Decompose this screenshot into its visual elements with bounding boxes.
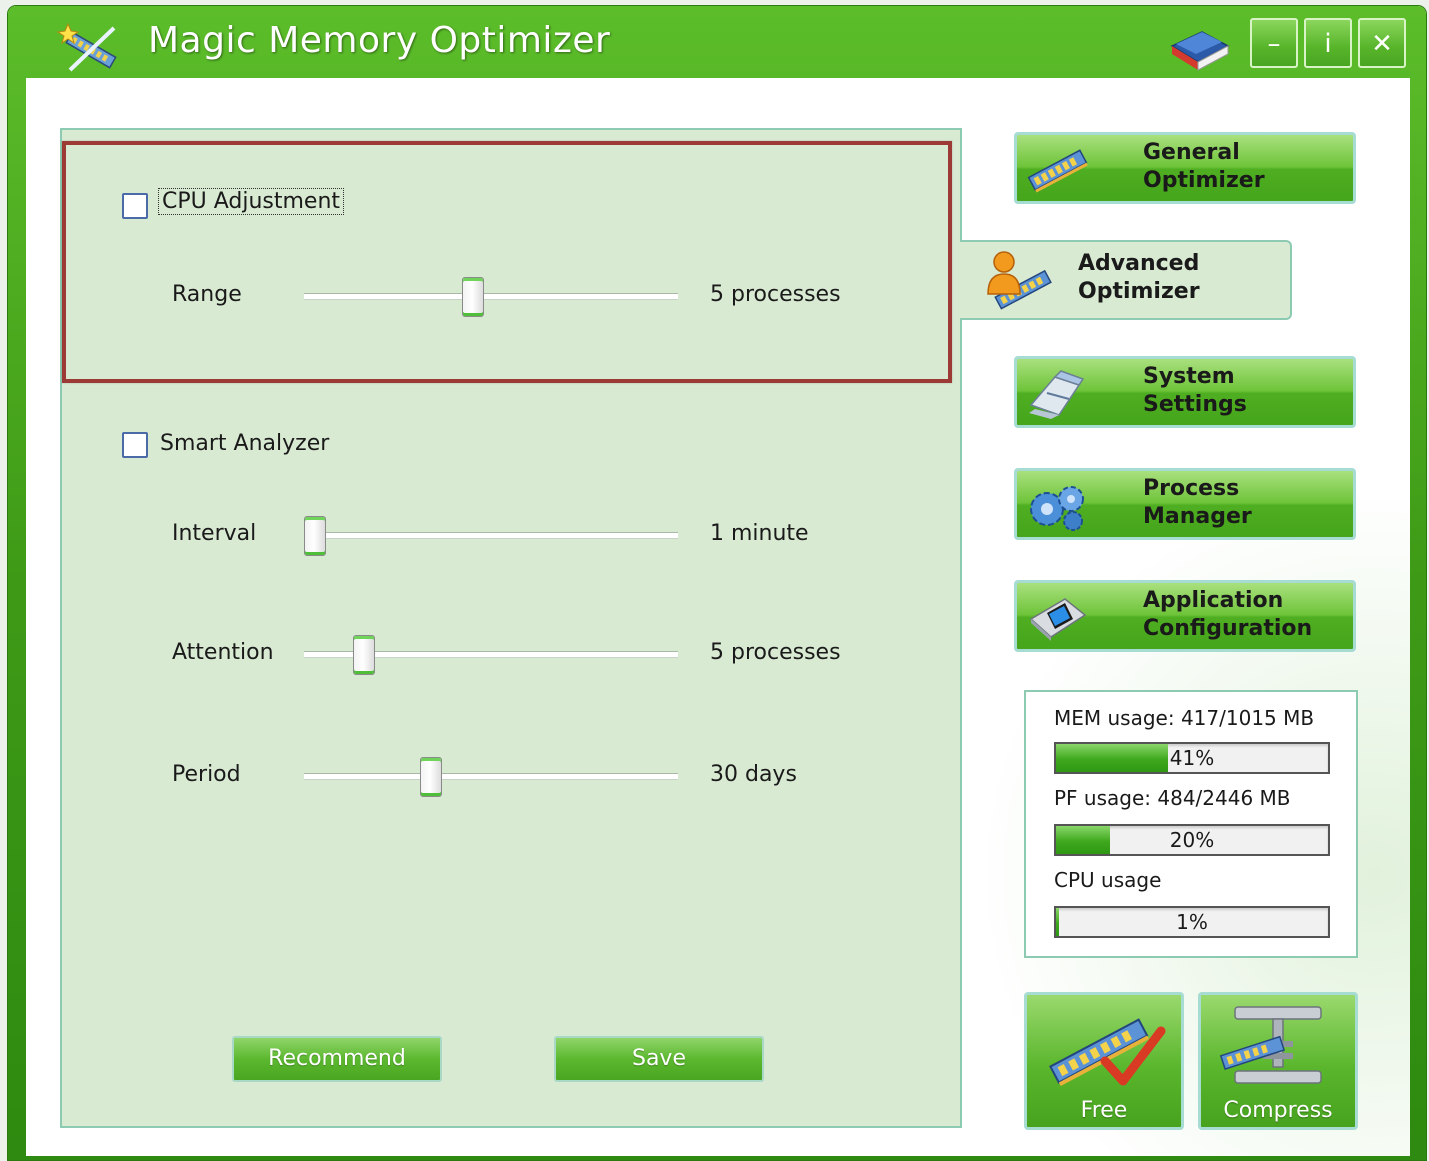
smart-analyzer-checkbox[interactable] <box>122 432 148 458</box>
cpu-adjustment-highlight <box>62 141 952 383</box>
interval-label: Interval <box>172 521 257 546</box>
nav-system-label: System Settings <box>1143 363 1247 419</box>
nav-application-label: Application Configuration <box>1143 587 1312 643</box>
recommend-button[interactable]: Recommend <box>232 1036 442 1082</box>
nav-advanced-line1: Advanced <box>1078 251 1200 276</box>
attention-value: 5 processes <box>710 640 841 665</box>
pf-usage-bar: 20% <box>1054 824 1330 856</box>
usage-stats-panel: MEM usage: 417/1015 MB 41% PF usage: 484… <box>1024 690 1358 958</box>
range-slider-thumb[interactable] <box>462 277 485 317</box>
nav-process-label: Process Manager <box>1143 475 1252 531</box>
attention-label: Attention <box>172 640 274 665</box>
ram-checkmark-icon <box>1049 1018 1166 1087</box>
smart-analyzer-label[interactable]: Smart Analyzer <box>160 431 329 456</box>
cpu-usage-bar: 1% <box>1054 906 1330 938</box>
range-value: 5 processes <box>710 282 841 307</box>
ram-clamp-icon <box>1219 1006 1322 1084</box>
nav-application-configuration[interactable]: Application Configuration <box>1014 580 1356 652</box>
pf-usage-percent: 20% <box>1169 828 1215 852</box>
help-button[interactable]: i <box>1304 18 1352 68</box>
save-button[interactable]: Save <box>554 1036 764 1082</box>
mem-usage-bar: 41% <box>1054 742 1330 774</box>
nav-advanced-optimizer[interactable]: Advanced Optimizer <box>960 240 1292 320</box>
window-title: Magic Memory Optimizer <box>148 20 611 61</box>
cpu-adjustment-checkbox[interactable] <box>122 193 148 219</box>
phone-config-icon <box>1029 598 1087 641</box>
title-bar[interactable]: Magic Memory Optimizer – i ✕ <box>8 6 1426 78</box>
period-value: 30 days <box>710 762 797 787</box>
nav-process-line1: Process <box>1143 476 1240 501</box>
mem-usage-label: MEM usage: 417/1015 MB <box>1054 706 1315 730</box>
book-icon[interactable] <box>1166 24 1232 74</box>
settings-tools-icon <box>1029 370 1085 419</box>
range-label: Range <box>172 282 242 307</box>
app-window: Magic Memory Optimizer – i ✕ CPU Adjustm… <box>8 6 1426 1160</box>
period-label: Period <box>172 762 241 787</box>
nav-general-optimizer[interactable]: General Optimizer <box>1014 132 1356 204</box>
nav-general-line2: Optimizer <box>1143 168 1265 193</box>
range-slider-track[interactable] <box>304 293 678 300</box>
nav-advanced-label: Advanced Optimizer <box>1078 250 1200 306</box>
close-button[interactable]: ✕ <box>1358 18 1406 68</box>
cpu-usage-label: CPU usage <box>1054 868 1162 892</box>
minimize-button[interactable]: – <box>1250 18 1298 68</box>
user-ram-icon <box>987 251 1052 310</box>
interval-slider-thumb[interactable] <box>304 516 326 556</box>
nav-application-line1: Application <box>1143 588 1284 613</box>
compress-label: Compress <box>1223 1098 1333 1123</box>
free-label: Free <box>1080 1098 1128 1123</box>
interval-slider-track[interactable] <box>304 532 678 539</box>
client-area: CPU Adjustment Range 5 processes Smart A… <box>26 78 1410 1156</box>
nav-application-line2: Configuration <box>1143 616 1313 641</box>
cpu-adjustment-label[interactable]: CPU Adjustment <box>158 188 345 215</box>
free-button[interactable]: Free <box>1024 992 1184 1130</box>
nav-process-line2: Manager <box>1143 504 1252 529</box>
interval-value: 1 minute <box>710 521 809 546</box>
period-slider-track[interactable] <box>304 773 678 780</box>
nav-general-label: General Optimizer <box>1143 139 1265 195</box>
ram-stick-icon <box>1027 149 1088 193</box>
wand-ram-icon <box>56 22 117 72</box>
nav-system-settings[interactable]: System Settings <box>1014 356 1356 428</box>
compress-button[interactable]: Compress <box>1198 992 1358 1130</box>
nav-system-line2: Settings <box>1143 392 1247 417</box>
gears-icon <box>1030 486 1084 531</box>
period-slider-thumb[interactable] <box>420 757 443 797</box>
nav-general-line1: General <box>1143 140 1240 165</box>
pf-usage-label: PF usage: 484/2446 MB <box>1054 786 1291 810</box>
cpu-usage-percent: 1% <box>1176 910 1208 934</box>
mem-usage-percent: 41% <box>1169 746 1215 770</box>
nav-process-manager[interactable]: Process Manager <box>1014 468 1356 540</box>
attention-slider-thumb[interactable] <box>353 635 376 675</box>
nav-advanced-line2: Optimizer <box>1078 279 1200 304</box>
nav-system-line1: System <box>1143 364 1235 389</box>
